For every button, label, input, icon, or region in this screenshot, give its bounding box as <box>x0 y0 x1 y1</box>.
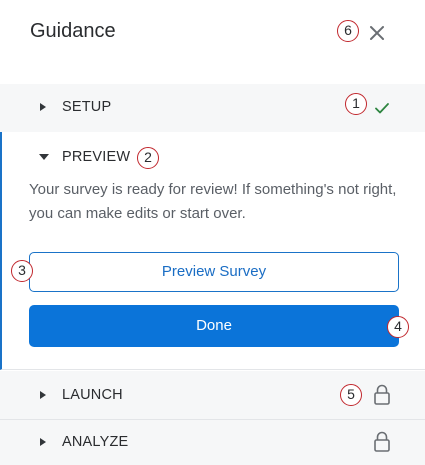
section-analyze[interactable]: ANALYZE <box>0 420 425 465</box>
callout-badge-6: 6 <box>337 20 359 42</box>
callout-badge-2: 2 <box>137 147 159 169</box>
checkmark-icon <box>375 103 389 114</box>
section-setup-label: SETUP <box>62 99 112 115</box>
section-preview-label[interactable]: PREVIEW <box>62 149 130 165</box>
lock-icon <box>374 431 390 452</box>
panel-header: Guidance 6 <box>0 0 425 85</box>
done-button[interactable]: Done <box>29 305 399 347</box>
caret-right-icon <box>40 438 46 446</box>
section-analyze-label: ANALYZE <box>62 434 129 450</box>
caret-right-icon <box>40 103 46 111</box>
section-setup[interactable]: SETUP 1 <box>0 84 425 133</box>
preview-survey-button[interactable]: Preview Survey <box>29 252 399 292</box>
callout-badge-3: 3 <box>11 260 33 282</box>
caret-down-icon[interactable] <box>39 154 49 160</box>
callout-badge-5: 5 <box>340 384 362 406</box>
section-launch-label: LAUNCH <box>62 387 123 403</box>
callout-badge-4: 4 <box>387 316 409 338</box>
guidance-panel: Guidance 6 SETUP 1 PREVIEW 2 Your survey… <box>0 0 425 465</box>
close-icon[interactable] <box>366 22 388 44</box>
lock-icon <box>374 384 390 405</box>
preview-description: Your survey is ready for review! If some… <box>29 181 397 222</box>
caret-right-icon <box>40 391 46 399</box>
callout-badge-1: 1 <box>345 93 367 115</box>
panel-title: Guidance <box>30 20 116 42</box>
